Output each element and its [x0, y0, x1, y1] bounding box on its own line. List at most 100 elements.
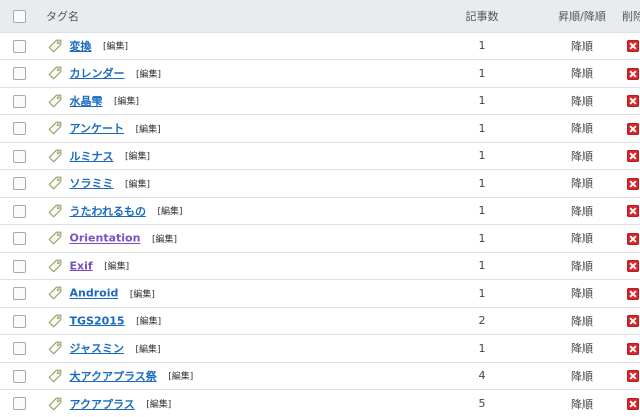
sort-order-link[interactable]: 降順 [571, 205, 593, 218]
sort-order-cell: 降順 [546, 170, 618, 198]
row-checkbox[interactable] [13, 342, 26, 355]
delete-icon[interactable] [627, 315, 639, 327]
sort-order-header: 昇順/降順 [546, 0, 618, 32]
edit-link[interactable]: [編集] [114, 97, 139, 107]
sort-order-link[interactable]: 降順 [571, 67, 593, 80]
delete-icon[interactable] [627, 370, 639, 382]
sort-order-link[interactable]: 降順 [571, 370, 593, 383]
select-all-checkbox[interactable] [13, 10, 26, 23]
edit-link[interactable]: [編集] [136, 125, 161, 135]
table-row: Orientation [編集] 1 降順 [0, 225, 640, 253]
row-checkbox[interactable] [13, 95, 26, 108]
row-check-cell [0, 307, 38, 335]
tag-name-link[interactable]: ルミナス [70, 150, 114, 163]
delete-icon[interactable] [627, 68, 639, 80]
table-row: アクアプラス [編集] 5 降順 [0, 390, 640, 417]
sort-order-link[interactable]: 降順 [571, 342, 593, 355]
sort-order-cell: 降順 [546, 197, 618, 225]
edit-link[interactable]: [編集] [152, 235, 177, 245]
edit-link[interactable]: [編集] [130, 290, 155, 300]
tag-name-link[interactable]: うたわれるもの [70, 205, 146, 218]
select-all-cell [0, 0, 38, 32]
tag-icon [48, 369, 62, 383]
edit-link[interactable]: [編集] [136, 70, 161, 80]
delete-icon[interactable] [627, 288, 639, 300]
edit-link[interactable]: [編集] [168, 372, 193, 382]
tag-name-link[interactable]: アンケート [70, 122, 125, 135]
article-count: 1 [418, 225, 546, 253]
row-checkbox[interactable] [13, 122, 26, 135]
sort-order-link[interactable]: 降順 [571, 122, 593, 135]
edit-link[interactable]: [編集] [135, 345, 160, 355]
row-check-cell [0, 197, 38, 225]
tag-name-link[interactable]: アクアプラス [70, 398, 135, 411]
delete-icon[interactable] [627, 178, 639, 190]
edit-link[interactable]: [編集] [146, 400, 171, 410]
row-checkbox[interactable] [13, 40, 26, 53]
row-checkbox[interactable] [13, 260, 26, 273]
table-row: うたわれるもの [編集] 1 降順 [0, 197, 640, 225]
edit-link[interactable]: [編集] [125, 152, 150, 162]
delete-icon[interactable] [627, 95, 639, 107]
article-count: 1 [418, 280, 546, 308]
delete-icon[interactable] [627, 260, 639, 272]
sort-order-link[interactable]: 降順 [571, 177, 593, 190]
tag-name-link[interactable]: Android [70, 287, 119, 300]
tag-name-link[interactable]: Exif [70, 259, 93, 272]
table-row: 水晶雫 [編集] 1 降順 [0, 87, 640, 115]
row-checkbox[interactable] [13, 397, 26, 410]
sort-order-link[interactable]: 降順 [571, 287, 593, 300]
edit-link[interactable]: [編集] [157, 207, 182, 217]
tag-name-cell: ルミナス [編集] [38, 142, 418, 170]
delete-icon[interactable] [627, 398, 639, 410]
row-check-cell [0, 390, 38, 417]
row-checkbox[interactable] [13, 287, 26, 300]
delete-icon[interactable] [627, 233, 639, 245]
delete-icon[interactable] [627, 40, 639, 52]
tag-icon [48, 39, 62, 53]
tag-name-link[interactable]: 水晶雫 [70, 95, 103, 108]
edit-link[interactable]: [編集] [104, 262, 129, 272]
row-checkbox[interactable] [13, 177, 26, 190]
sort-order-link[interactable]: 降順 [571, 40, 593, 53]
delete-icon[interactable] [627, 205, 639, 217]
tag-name-cell: うたわれるもの [編集] [38, 197, 418, 225]
row-check-cell [0, 335, 38, 363]
edit-link[interactable]: [編集] [103, 42, 128, 52]
delete-icon[interactable] [627, 343, 639, 355]
row-check-cell [0, 32, 38, 60]
sort-order-link[interactable]: 降順 [571, 315, 593, 328]
row-checkbox[interactable] [13, 370, 26, 383]
sort-order-link[interactable]: 降順 [571, 95, 593, 108]
tag-name-link[interactable]: Orientation [70, 232, 141, 245]
tag-name-cell: アクアプラス [編集] [38, 390, 418, 417]
row-checkbox[interactable] [13, 67, 26, 80]
delete-icon[interactable] [627, 123, 639, 135]
sort-order-cell: 降順 [546, 142, 618, 170]
edit-link[interactable]: [編集] [125, 180, 150, 190]
tag-icon [48, 66, 62, 80]
row-checkbox[interactable] [13, 205, 26, 218]
edit-link[interactable]: [編集] [136, 317, 161, 327]
tag-name-cell: アンケート [編集] [38, 115, 418, 143]
tag-name-link[interactable]: カレンダー [70, 67, 125, 80]
sort-order-link[interactable]: 降順 [571, 232, 593, 245]
table-row: アンケート [編集] 1 降順 [0, 115, 640, 143]
row-checkbox[interactable] [13, 315, 26, 328]
row-checkbox[interactable] [13, 232, 26, 245]
sort-order-link[interactable]: 降順 [571, 150, 593, 163]
delete-cell [618, 335, 640, 363]
sort-order-link[interactable]: 降順 [571, 398, 593, 411]
tag-name-link[interactable]: ジャスミン [70, 342, 124, 355]
tag-name-cell: ジャスミン [編集] [38, 335, 418, 363]
tag-name-link[interactable]: ソラミミ [70, 177, 114, 190]
tag-name-link[interactable]: 大アクアプラス祭 [70, 370, 157, 383]
tag-name-link[interactable]: 変換 [70, 40, 92, 53]
delete-icon[interactable] [627, 150, 639, 162]
sort-order-cell: 降順 [546, 225, 618, 253]
row-checkbox[interactable] [13, 150, 26, 163]
sort-order-link[interactable]: 降順 [571, 260, 593, 273]
tag-name-link[interactable]: TGS2015 [70, 314, 125, 327]
article-count: 4 [418, 362, 546, 390]
tag-icon [48, 176, 62, 190]
